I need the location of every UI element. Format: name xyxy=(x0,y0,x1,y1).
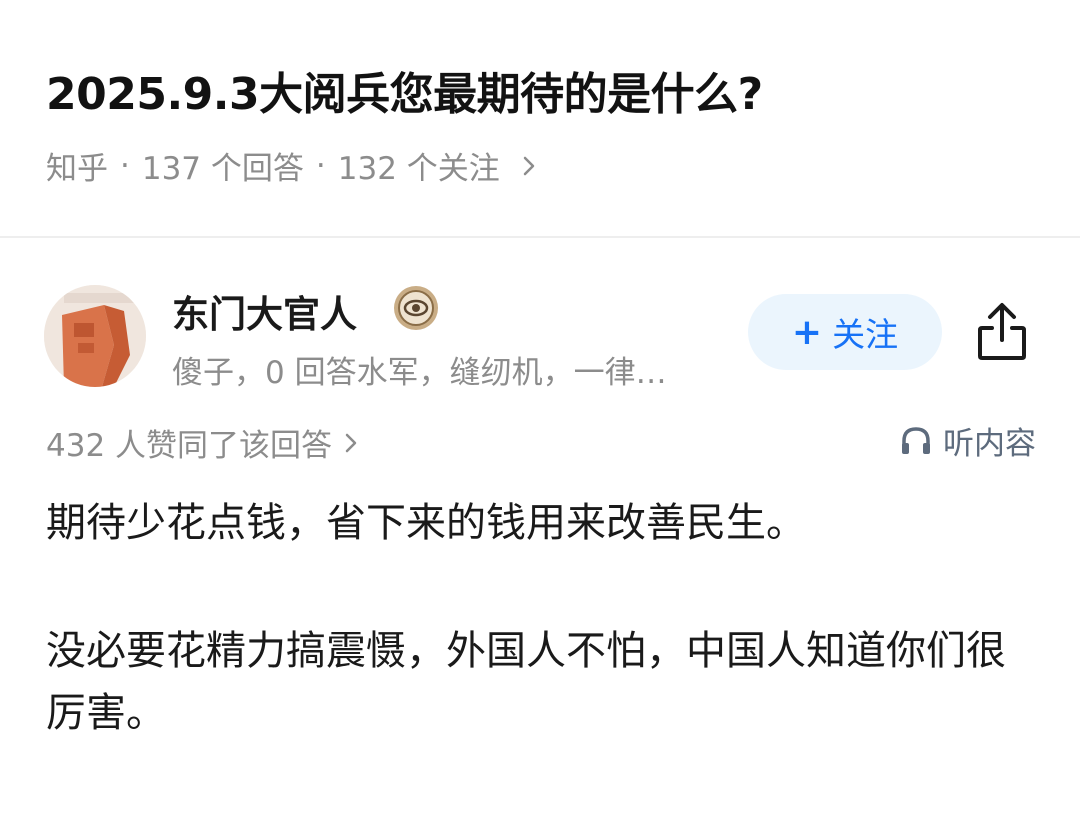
meta-separator: · xyxy=(315,147,326,184)
author-name[interactable]: 东门大官人 xyxy=(172,284,357,338)
upvote-text: 432 人赞同了该回答 xyxy=(46,428,333,464)
answer-count: 137 个回答 xyxy=(141,151,304,187)
follow-button[interactable]: + 关注 xyxy=(748,294,942,370)
plus-icon: + xyxy=(791,311,823,353)
headphones-icon xyxy=(902,426,930,454)
follow-label: 关注 xyxy=(832,315,899,354)
follower-count: 132 个关注 xyxy=(337,151,500,187)
meta-separator: · xyxy=(120,147,130,184)
listen-button[interactable]: 听内容 xyxy=(899,418,1036,463)
upvote-count[interactable]: 432 人赞同了该回答 xyxy=(46,420,358,465)
listen-label: 听内容 xyxy=(943,426,1036,462)
divider xyxy=(0,236,1080,238)
avatar[interactable] xyxy=(44,285,146,387)
chevron-right-icon xyxy=(522,155,536,177)
chevron-right-icon xyxy=(344,432,358,454)
question-meta[interactable]: 知乎 · 137 个回答 · 132 个关注 xyxy=(46,143,536,188)
author-bio: 傻子，0 回答水军，缝纫机，一律… xyxy=(172,355,667,391)
answer-paragraph: 期待少花点钱，省下来的钱用来改善民生。 xyxy=(46,500,806,546)
question-title: 2025.9.3大阅兵您最期待的是什么? xyxy=(46,69,763,120)
share-icon[interactable] xyxy=(972,300,1032,364)
verified-badge-icon xyxy=(392,284,440,332)
source-label: 知乎 xyxy=(46,151,108,187)
answer-paragraph: 没必要花精力搞震慑，外国人不怕，中国人知道你们很厉害。 xyxy=(46,628,1006,736)
